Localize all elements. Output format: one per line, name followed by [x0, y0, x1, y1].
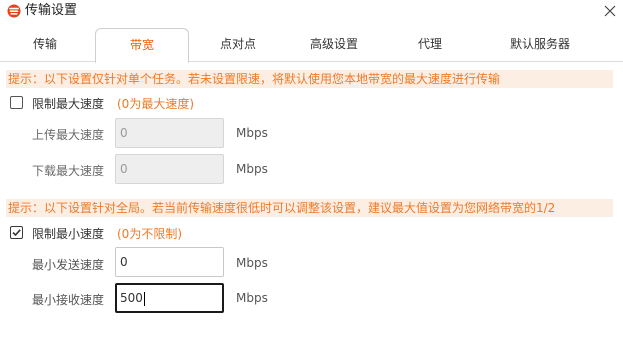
limit-max-speed-checkbox[interactable] [10, 96, 23, 109]
text-caret [143, 291, 145, 306]
min-send-unit: Mbps [236, 256, 268, 270]
window-title: 传输设置 [25, 3, 78, 18]
limit-max-speed-row: 限制最大速度 (0为最大速度) [10, 95, 230, 111]
min-receive-input[interactable]: 500 [115, 283, 224, 313]
min-send-input[interactable]: 0 [115, 247, 224, 277]
download-max-input[interactable]: 0 [115, 154, 224, 184]
limit-max-speed-note: (0为最大速度) [117, 97, 194, 111]
hint-global: 提示：以下设置针对全局。若当前传输速度很低时可以调整该设置，建议最大值设置为您网… [6, 199, 613, 217]
checkmark-icon [12, 229, 21, 237]
tab-bandwidth[interactable]: 带宽 [95, 28, 189, 63]
limit-min-speed-row: 限制最小速度 (0为不限制) [10, 225, 230, 241]
limit-min-speed-label[interactable]: 限制最小速度 [32, 225, 104, 242]
upload-max-label: 上传最大速度 [32, 128, 105, 142]
tab-transfer[interactable]: 传输 [0, 28, 90, 62]
tab-default-server[interactable]: 默认服务器 [478, 28, 602, 62]
limit-max-speed-label[interactable]: 限制最大速度 [32, 95, 104, 112]
hint-single-task: 提示：以下设置仅针对单个任务。若未设置限速，将默认使用您本地带宽的最大速度进行传… [6, 70, 613, 88]
upload-max-input[interactable]: 0 [115, 118, 224, 148]
min-receive-label: 最小接收速度 [32, 293, 105, 307]
tab-bar: 传输 带宽 点对点 高级设置 代理 默认服务器 [0, 24, 623, 63]
download-max-unit: Mbps [236, 162, 268, 176]
title-bar: 传输设置 [0, 0, 623, 24]
tab-proxy[interactable]: 代理 [384, 28, 476, 62]
app-logo-icon [7, 4, 21, 18]
min-send-label: 最小发送速度 [32, 258, 105, 272]
limit-min-speed-checkbox[interactable] [10, 226, 23, 239]
upload-max-unit: Mbps [236, 126, 268, 140]
min-receive-unit: Mbps [236, 291, 268, 305]
close-icon[interactable] [600, 1, 620, 21]
limit-min-speed-note: (0为不限制) [117, 227, 182, 241]
tab-advanced[interactable]: 高级设置 [288, 28, 380, 62]
tab-p2p[interactable]: 点对点 [192, 28, 284, 62]
download-max-label: 下载最大速度 [32, 164, 105, 178]
